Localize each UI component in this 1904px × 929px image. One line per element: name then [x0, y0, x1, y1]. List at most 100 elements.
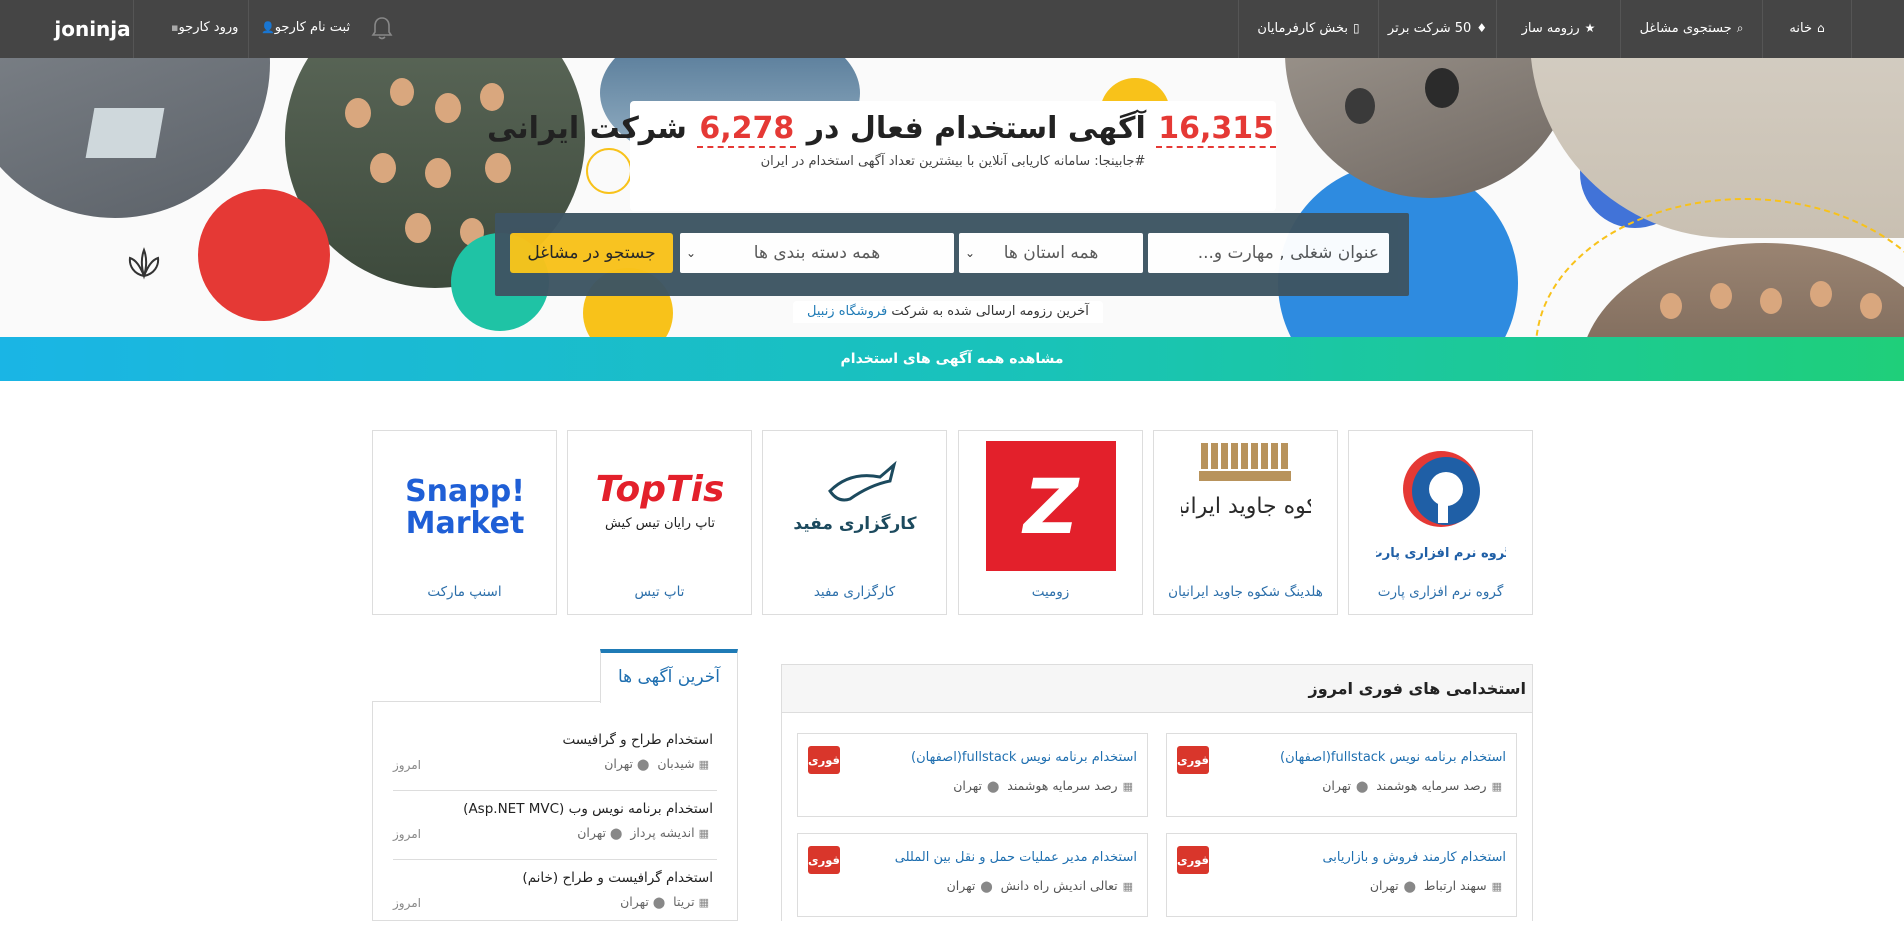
- category-value: همه دسته بندی ها: [753, 243, 881, 263]
- company-card-part[interactable]: گروه نرم افزاری پارت گروه نرم افزاری پار…: [1348, 430, 1533, 615]
- store-icon: ▦: [698, 827, 709, 840]
- urgent-badge: فوری: [1177, 846, 1209, 874]
- mofid-logo-text: کارگزاری مفید: [793, 513, 916, 534]
- ad-company: اندیشه پرداز: [630, 825, 695, 840]
- job-city: تهران: [946, 878, 976, 893]
- store-icon: ▦: [1122, 780, 1133, 793]
- latest-cv-notice: آخرین رزومه ارسالی شده به شرکت فروشگاه ز…: [793, 301, 1103, 323]
- store-icon: ▦: [698, 896, 709, 909]
- list-item[interactable]: استخدام برنامه نویس وب (Asp.NET MVC) ▦ان…: [393, 791, 717, 860]
- job-search-box: عنوان شغلی , مهارت و... همه استان ها ⌄ ه…: [495, 213, 1409, 296]
- job-meta: ▦ رصد سرمایه هوشمند ⬤ تهران: [953, 778, 1133, 793]
- list-item[interactable]: استخدام گرافیست و طراح (خانم) ▦تریتا ⬤ته…: [393, 860, 717, 929]
- ad-meta: ▦تریتا ⬤تهران: [620, 894, 709, 909]
- company-name[interactable]: تاپ تیس: [568, 584, 751, 600]
- bell-icon[interactable]: [368, 14, 396, 42]
- category-select[interactable]: همه دسته بندی ها ⌄: [680, 233, 954, 273]
- job-city: تهران: [1322, 778, 1352, 793]
- job-title-link[interactable]: استخدام برنامه نویس fullstack(اصفهان): [1280, 750, 1506, 765]
- urgent-job-card[interactable]: استخدام مدیر عملیات حمل و نقل بین المللی…: [797, 833, 1148, 917]
- office-photo-right: [1285, 58, 1575, 198]
- job-meta: ▦ سهند ارتباط ⬤ تهران: [1370, 878, 1502, 893]
- ad-title[interactable]: استخدام طراح و گرافیست: [562, 732, 713, 748]
- location-pin-icon: ⬤: [1403, 880, 1416, 893]
- company-name[interactable]: زومیت: [959, 584, 1142, 600]
- company-card-shokouh[interactable]: شکوه جاوید ایرانیان هلدینگ شکوه جاوید ای…: [1153, 430, 1338, 615]
- ad-title[interactable]: استخدام گرافیست و طراح (خانم): [522, 870, 713, 886]
- ad-company: تریتا: [673, 894, 695, 909]
- job-company: رصد سرمایه هوشمند: [1007, 778, 1118, 793]
- ad-title[interactable]: استخدام برنامه نویس وب (Asp.NET MVC): [463, 801, 713, 817]
- zoomit-logo-text: Z: [1021, 462, 1080, 551]
- job-company: سهند ارتباط: [1423, 878, 1487, 893]
- search-jobs-button[interactable]: جستجو در مشاغل: [510, 233, 673, 273]
- toptis-logo: TopTis تاپ رایان تیس کیش: [596, 469, 725, 531]
- urgent-badge: فوری: [808, 746, 840, 774]
- company-card-snappmarket[interactable]: Snapp! Market اسنپ مارکت: [372, 430, 557, 615]
- company-card-mofid[interactable]: کارگزاری مفید کارگزاری مفید: [762, 430, 947, 615]
- store-icon: ▦: [1122, 880, 1133, 893]
- keyword-input[interactable]: عنوان شغلی , مهارت و...: [1148, 233, 1389, 273]
- job-company: رصد سرمایه هوشمند: [1376, 778, 1487, 793]
- nav-resume-builder[interactable]: ★ رزومه ساز: [1496, 0, 1620, 58]
- view-all-jobs-bar[interactable]: مشاهده همه آگهی های استخدام: [0, 337, 1904, 381]
- job-title-link[interactable]: استخدام کارمند فروش و بازاریابی: [1322, 850, 1506, 865]
- urgent-badge: فوری: [808, 846, 840, 874]
- login-link[interactable]: ▪ورود کارجو: [156, 0, 250, 58]
- latest-ads-panel: استخدام طراح و گرافیست ▦شیدبان ⬤تهران ام…: [372, 702, 738, 921]
- store-icon: ▦: [698, 758, 709, 771]
- company-name[interactable]: هلدینگ شکوه جاوید ایرانیان: [1154, 584, 1337, 600]
- job-title-link[interactable]: استخدام مدیر عملیات حمل و نقل بین المللی: [895, 850, 1137, 865]
- nav-job-search[interactable]: ⌕ جستجوی مشاغل: [1620, 0, 1762, 58]
- hero-headline-card: 16,315 آگهی استخدام فعال در 6,278 شرکت ا…: [487, 101, 1276, 211]
- company-card-zoomit[interactable]: Z زومیت: [958, 430, 1143, 615]
- chevron-down-icon: ⌄: [686, 246, 697, 260]
- job-meta: ▦ تعالی اندیش راه دانش ⬤ تهران: [947, 878, 1133, 893]
- urgent-job-card[interactable]: استخدام کارمند فروش و بازاریابی ▦ سهند ار…: [1166, 833, 1517, 917]
- hero-subtitle: #جابینجا: سامانه کاریابی آنلاین با بیشتر…: [760, 154, 1146, 169]
- ad-date: امروز: [393, 896, 421, 910]
- company-name[interactable]: اسنپ مارکت: [373, 584, 556, 600]
- company-count: 6,278: [697, 111, 797, 148]
- company-card-toptis[interactable]: TopTis تاپ رایان تیس کیش تاپ تیس: [567, 430, 752, 615]
- latest-cv-prefix: آخرین رزومه ارسالی شده به شرکت: [891, 304, 1089, 319]
- latest-cv-company-link[interactable]: فروشگاه زنبیل: [807, 304, 887, 319]
- company-name[interactable]: گروه نرم افزاری پارت: [1349, 584, 1532, 600]
- store-icon: ▦: [1491, 880, 1502, 893]
- list-item[interactable]: استخدام طراح و گرافیست ▦شیدبان ⬤تهران ام…: [393, 722, 717, 791]
- toptis-logo-text: TopTis: [596, 469, 725, 510]
- nav-resume-builder-label: رزومه ساز: [1521, 21, 1580, 36]
- brand-logo[interactable]: joninja: [52, 0, 134, 58]
- part-logo-text: گروه نرم افزاری پارت: [1376, 545, 1506, 561]
- nav-employers[interactable]: ▯ بخش کارفرمایان: [1238, 0, 1378, 58]
- urgent-job-card[interactable]: استخدام برنامه نویس fullstack(اصفهان) ▦ ر…: [1166, 733, 1517, 817]
- job-title-link[interactable]: استخدام برنامه نویس fullstack(اصفهان): [911, 750, 1137, 765]
- chevron-down-icon: ⌄: [965, 246, 976, 260]
- company-name[interactable]: کارگزاری مفید: [763, 584, 946, 600]
- location-pin-icon: ⬤: [1356, 780, 1369, 793]
- nav-top50[interactable]: ♦ 50 شرکت برتر: [1378, 0, 1496, 58]
- keyword-placeholder: عنوان شغلی , مهارت و...: [1197, 243, 1379, 263]
- location-pin-icon: ⬤: [987, 780, 1000, 793]
- headline-tail: شرکت ایرانی: [487, 111, 687, 146]
- jobs-count: 16,315: [1156, 111, 1276, 148]
- nav-home[interactable]: ⌂ خانه: [1762, 0, 1852, 58]
- ad-city: تهران: [577, 825, 607, 840]
- urgent-jobs-title: استخدامی های فوری امروز: [782, 665, 1532, 713]
- office-photo-left: [0, 58, 270, 218]
- location-pin-icon: ⬤: [610, 827, 623, 840]
- ad-city: تهران: [604, 756, 634, 771]
- ad-city: تهران: [620, 894, 649, 909]
- snappmarket-logo-sub: Market: [406, 506, 525, 541]
- province-value: همه استان ها: [1003, 243, 1099, 263]
- ad-meta: ▦شیدبان ⬤تهران: [604, 756, 709, 771]
- province-select[interactable]: همه استان ها ⌄: [959, 233, 1143, 273]
- urgent-job-card[interactable]: استخدام برنامه نویس fullstack(اصفهان) ▦ ر…: [797, 733, 1148, 817]
- signup-link[interactable]: 👤ثبت نام کارجو: [246, 0, 360, 58]
- job-city: تهران: [1369, 878, 1399, 893]
- lotus-icon: [128, 247, 160, 280]
- store-icon: ▦: [1491, 780, 1502, 793]
- job-company: تعالی اندیش راه دانش: [1000, 878, 1118, 893]
- tab-latest-ads[interactable]: آخرین آگهی ها: [600, 649, 738, 703]
- ad-meta: ▦اندیشه پرداز ⬤تهران: [577, 825, 709, 840]
